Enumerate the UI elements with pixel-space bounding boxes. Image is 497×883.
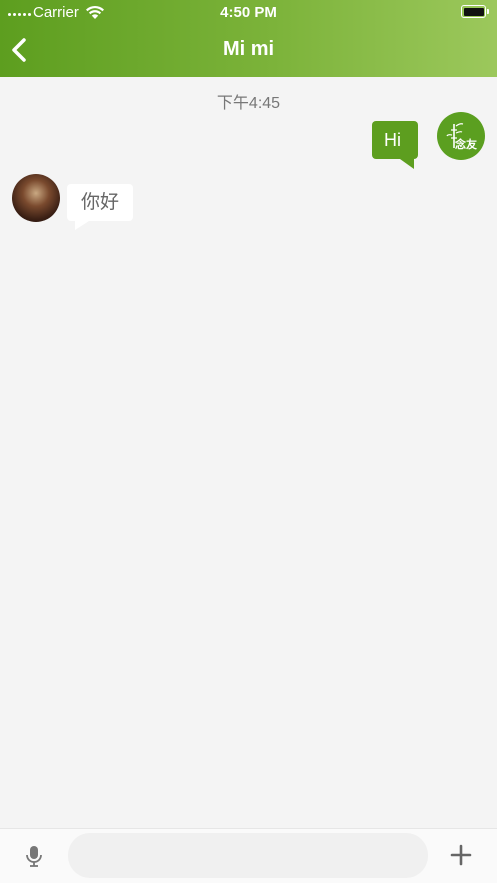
message-text: 你好 [81, 192, 120, 213]
incoming-message-bubble[interactable]: 你好 [67, 184, 134, 230]
status-time: 4:50 PM [220, 4, 277, 21]
bamboo-logo-icon: 念友 [446, 123, 477, 151]
page-title: Mi mi [222, 38, 275, 60]
message-timestamp: 下午4:45 [216, 95, 281, 112]
add-attachment-button[interactable] [449, 843, 473, 867]
self-avatar[interactable]: 念友 [437, 112, 485, 160]
battery-icon [461, 5, 489, 18]
contact-avatar[interactable] [12, 174, 60, 222]
microphone-icon [26, 846, 42, 867]
bubble-tail [75, 221, 89, 230]
microphone-button[interactable] [22, 843, 46, 869]
chat-area[interactable]: 下午4:45 念友 Hi 你好 [0, 77, 497, 828]
message-text: Hi [384, 130, 401, 150]
outgoing-message-bubble[interactable]: Hi [372, 121, 418, 169]
plus-icon [450, 844, 472, 866]
bubble-tail [400, 159, 414, 169]
input-bar [0, 828, 497, 883]
svg-text:念友: 念友 [454, 137, 477, 151]
nav-bar: Mi mi [0, 24, 497, 77]
header: Carrier 4:50 PM Mi mi [0, 0, 497, 77]
status-bar: Carrier 4:50 PM [0, 0, 497, 24]
message-input[interactable] [68, 833, 428, 878]
